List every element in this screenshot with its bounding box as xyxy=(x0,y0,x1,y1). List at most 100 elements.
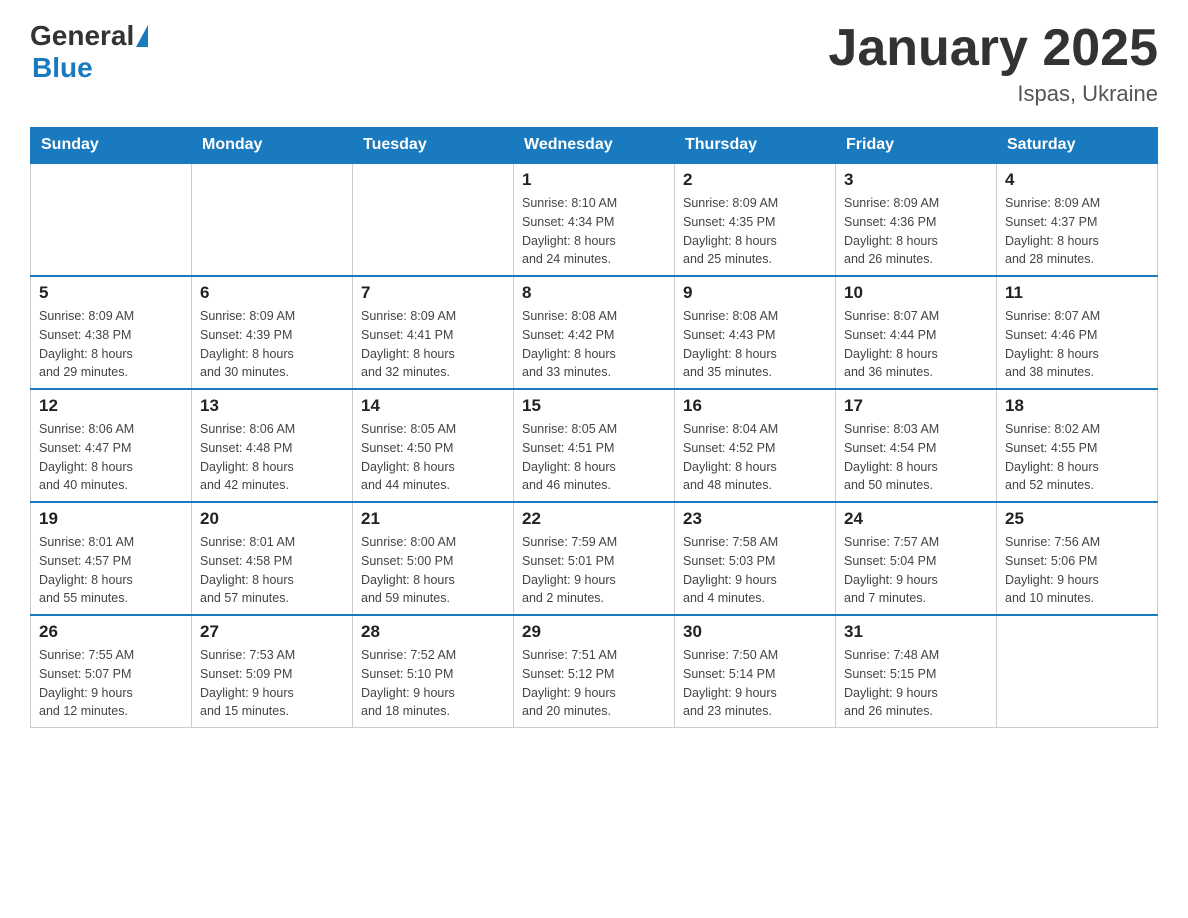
day-info: Sunrise: 8:09 AM Sunset: 4:39 PM Dayligh… xyxy=(200,307,344,382)
day-number: 27 xyxy=(200,622,344,642)
logo: General Blue xyxy=(30,20,150,84)
day-number: 6 xyxy=(200,283,344,303)
logo-general-text: General xyxy=(30,20,134,52)
calendar-cell: 17Sunrise: 8:03 AM Sunset: 4:54 PM Dayli… xyxy=(836,389,997,502)
day-info: Sunrise: 8:07 AM Sunset: 4:46 PM Dayligh… xyxy=(1005,307,1149,382)
day-info: Sunrise: 8:01 AM Sunset: 4:57 PM Dayligh… xyxy=(39,533,183,608)
day-info: Sunrise: 7:57 AM Sunset: 5:04 PM Dayligh… xyxy=(844,533,988,608)
day-number: 4 xyxy=(1005,170,1149,190)
day-number: 26 xyxy=(39,622,183,642)
calendar-cell: 30Sunrise: 7:50 AM Sunset: 5:14 PM Dayli… xyxy=(675,615,836,728)
calendar-cell: 27 Sunrise: 7:53 AM Sunset: 5:09 PM Dayli… xyxy=(192,615,353,728)
calendar-cell: 29 Sunrise: 7:51 AM Sunset: 5:12 PM Dayli… xyxy=(514,615,675,728)
day-info: Sunrise: 7:52 AM Sunset: 5:10 PM Dayligh… xyxy=(361,646,505,721)
calendar-cell: 3 Sunrise: 8:09 AM Sunset: 4:36 PM Daylig… xyxy=(836,163,997,276)
day-info: Sunrise: 8:06 AM Sunset: 4:47 PM Dayligh… xyxy=(39,420,183,495)
calendar-week-row: 5 Sunrise: 8:09 AM Sunset: 4:38 PM Daylig… xyxy=(31,276,1158,389)
calendar-header-wednesday: Wednesday xyxy=(514,128,675,164)
day-number: 23 xyxy=(683,509,827,529)
calendar-cell: 7 Sunrise: 8:09 AM Sunset: 4:41 PM Daylig… xyxy=(353,276,514,389)
day-info: Sunrise: 8:06 AM Sunset: 4:48 PM Dayligh… xyxy=(200,420,344,495)
day-info: Sunrise: 8:09 AM Sunset: 4:38 PM Dayligh… xyxy=(39,307,183,382)
calendar-cell: 26 Sunrise: 7:55 AM Sunset: 5:07 PM Dayli… xyxy=(31,615,192,728)
calendar-cell: 16 Sunrise: 8:04 AM Sunset: 4:52 PM Dayli… xyxy=(675,389,836,502)
day-info: Sunrise: 8:08 AM Sunset: 4:43 PM Dayligh… xyxy=(683,307,827,382)
day-info: Sunrise: 8:05 AM Sunset: 4:50 PM Dayligh… xyxy=(361,420,505,495)
calendar-cell xyxy=(353,163,514,276)
day-info: Sunrise: 8:01 AM Sunset: 4:58 PM Dayligh… xyxy=(200,533,344,608)
day-number: 15 xyxy=(522,396,666,416)
day-number: 11 xyxy=(1005,283,1149,303)
day-info: Sunrise: 8:09 AM Sunset: 4:35 PM Dayligh… xyxy=(683,194,827,269)
calendar-cell: 28Sunrise: 7:52 AM Sunset: 5:10 PM Dayli… xyxy=(353,615,514,728)
day-number: 9 xyxy=(683,283,827,303)
day-number: 7 xyxy=(361,283,505,303)
day-number: 16 xyxy=(683,396,827,416)
calendar-cell: 6 Sunrise: 8:09 AM Sunset: 4:39 PM Daylig… xyxy=(192,276,353,389)
calendar-header-thursday: Thursday xyxy=(675,128,836,164)
day-info: Sunrise: 7:51 AM Sunset: 5:12 PM Dayligh… xyxy=(522,646,666,721)
calendar-cell: 5 Sunrise: 8:09 AM Sunset: 4:38 PM Daylig… xyxy=(31,276,192,389)
day-info: Sunrise: 8:04 AM Sunset: 4:52 PM Dayligh… xyxy=(683,420,827,495)
calendar-cell: 10 Sunrise: 8:07 AM Sunset: 4:44 PM Dayli… xyxy=(836,276,997,389)
day-number: 29 xyxy=(522,622,666,642)
calendar-header-friday: Friday xyxy=(836,128,997,164)
day-info: Sunrise: 8:07 AM Sunset: 4:44 PM Dayligh… xyxy=(844,307,988,382)
calendar-table: SundayMondayTuesdayWednesdayThursdayFrid… xyxy=(30,127,1158,728)
calendar-cell: 11 Sunrise: 8:07 AM Sunset: 4:46 PM Dayli… xyxy=(997,276,1158,389)
calendar-cell xyxy=(192,163,353,276)
calendar-cell: 22 Sunrise: 7:59 AM Sunset: 5:01 PM Dayli… xyxy=(514,502,675,615)
calendar-cell: 31Sunrise: 7:48 AM Sunset: 5:15 PM Dayli… xyxy=(836,615,997,728)
day-number: 12 xyxy=(39,396,183,416)
day-number: 1 xyxy=(522,170,666,190)
day-info: Sunrise: 8:08 AM Sunset: 4:42 PM Dayligh… xyxy=(522,307,666,382)
day-info: Sunrise: 8:09 AM Sunset: 4:36 PM Dayligh… xyxy=(844,194,988,269)
day-number: 21 xyxy=(361,509,505,529)
day-number: 10 xyxy=(844,283,988,303)
day-number: 24 xyxy=(844,509,988,529)
calendar-cell: 15Sunrise: 8:05 AM Sunset: 4:51 PM Dayli… xyxy=(514,389,675,502)
calendar-week-row: 26 Sunrise: 7:55 AM Sunset: 5:07 PM Dayli… xyxy=(31,615,1158,728)
day-number: 20 xyxy=(200,509,344,529)
day-info: Sunrise: 7:59 AM Sunset: 5:01 PM Dayligh… xyxy=(522,533,666,608)
day-number: 2 xyxy=(683,170,827,190)
calendar-header-saturday: Saturday xyxy=(997,128,1158,164)
day-number: 25 xyxy=(1005,509,1149,529)
day-number: 18 xyxy=(1005,396,1149,416)
day-number: 31 xyxy=(844,622,988,642)
calendar-cell: 20 Sunrise: 8:01 AM Sunset: 4:58 PM Dayli… xyxy=(192,502,353,615)
day-number: 19 xyxy=(39,509,183,529)
calendar-header-row: SundayMondayTuesdayWednesdayThursdayFrid… xyxy=(31,128,1158,164)
day-info: Sunrise: 8:09 AM Sunset: 4:41 PM Dayligh… xyxy=(361,307,505,382)
calendar-cell: 25Sunrise: 7:56 AM Sunset: 5:06 PM Dayli… xyxy=(997,502,1158,615)
calendar-cell: 1Sunrise: 8:10 AM Sunset: 4:34 PM Daylig… xyxy=(514,163,675,276)
calendar-cell: 9 Sunrise: 8:08 AM Sunset: 4:43 PM Daylig… xyxy=(675,276,836,389)
month-title: January 2025 xyxy=(828,20,1158,77)
calendar-cell: 24 Sunrise: 7:57 AM Sunset: 5:04 PM Dayli… xyxy=(836,502,997,615)
calendar-cell: 13Sunrise: 8:06 AM Sunset: 4:48 PM Dayli… xyxy=(192,389,353,502)
day-number: 30 xyxy=(683,622,827,642)
day-info: Sunrise: 7:55 AM Sunset: 5:07 PM Dayligh… xyxy=(39,646,183,721)
day-info: Sunrise: 7:53 AM Sunset: 5:09 PM Dayligh… xyxy=(200,646,344,721)
title-area: January 2025 Ispas, Ukraine xyxy=(828,20,1158,107)
calendar-cell: 23Sunrise: 7:58 AM Sunset: 5:03 PM Dayli… xyxy=(675,502,836,615)
day-info: Sunrise: 8:03 AM Sunset: 4:54 PM Dayligh… xyxy=(844,420,988,495)
calendar-week-row: 12 Sunrise: 8:06 AM Sunset: 4:47 PM Dayli… xyxy=(31,389,1158,502)
calendar-header-tuesday: Tuesday xyxy=(353,128,514,164)
calendar-cell: 19 Sunrise: 8:01 AM Sunset: 4:57 PM Dayli… xyxy=(31,502,192,615)
day-number: 14 xyxy=(361,396,505,416)
logo-blue-text: Blue xyxy=(32,52,93,83)
day-number: 5 xyxy=(39,283,183,303)
calendar-week-row: 19 Sunrise: 8:01 AM Sunset: 4:57 PM Dayli… xyxy=(31,502,1158,615)
calendar-cell: 4 Sunrise: 8:09 AM Sunset: 4:37 PM Daylig… xyxy=(997,163,1158,276)
calendar-cell: 8 Sunrise: 8:08 AM Sunset: 4:42 PM Daylig… xyxy=(514,276,675,389)
logo-triangle-icon xyxy=(136,25,148,47)
day-info: Sunrise: 8:09 AM Sunset: 4:37 PM Dayligh… xyxy=(1005,194,1149,269)
calendar-header-monday: Monday xyxy=(192,128,353,164)
calendar-header-sunday: Sunday xyxy=(31,128,192,164)
calendar-cell: 12 Sunrise: 8:06 AM Sunset: 4:47 PM Dayli… xyxy=(31,389,192,502)
location: Ispas, Ukraine xyxy=(828,81,1158,107)
day-number: 8 xyxy=(522,283,666,303)
day-number: 3 xyxy=(844,170,988,190)
day-number: 22 xyxy=(522,509,666,529)
